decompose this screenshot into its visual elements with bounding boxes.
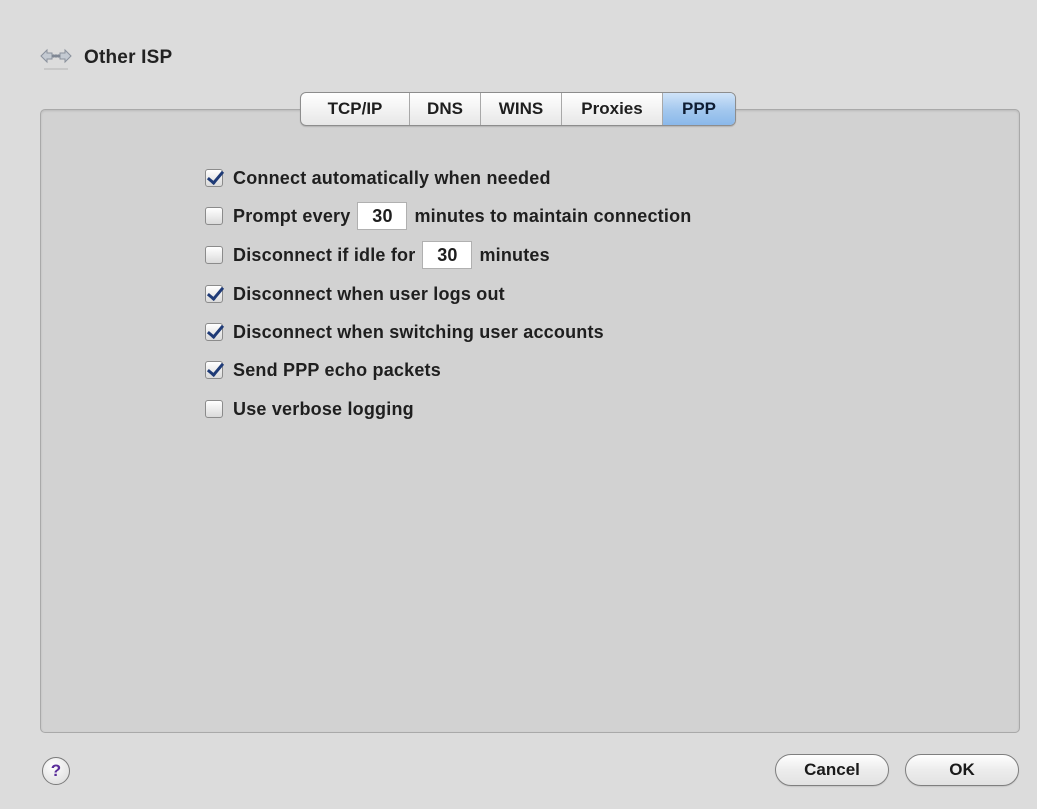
prompt-minutes-field[interactable]: 30 [357,202,408,230]
verbose-logging-label: Use verbose logging [233,398,414,419]
cancel-button[interactable]: Cancel [775,754,889,786]
send-echo-checkbox[interactable] [205,361,223,379]
disconnect-switching-checkbox[interactable] [205,323,223,341]
option-connect-automatically: Connect automatically when needed [205,162,551,194]
connect-automatically-label: Connect automatically when needed [233,167,551,188]
idle-minutes-field[interactable]: 30 [422,241,473,269]
disconnect-switching-label: Disconnect when switching user accounts [233,321,604,342]
option-disconnect-idle: Disconnect if idle for 30 minutes [205,239,550,271]
disconnect-logout-checkbox[interactable] [205,285,223,303]
option-send-echo: Send PPP echo packets [205,354,441,386]
tab-proxies[interactable]: Proxies [562,93,663,125]
option-prompt-every: Prompt every 30 minutes to maintain conn… [205,200,691,232]
option-verbose-logging: Use verbose logging [205,393,414,425]
network-service-icon [38,43,74,73]
ok-button[interactable]: OK [905,754,1019,786]
option-disconnect-logout: Disconnect when user logs out [205,278,505,310]
help-button[interactable]: ? [42,757,70,785]
send-echo-label: Send PPP echo packets [233,359,441,380]
tab-bar: TCP/IP DNS WINS Proxies PPP [300,92,736,126]
verbose-logging-checkbox[interactable] [205,400,223,418]
tab-wins[interactable]: WINS [481,93,562,125]
service-title: Other ISP [84,47,173,68]
disconnect-logout-label: Disconnect when user logs out [233,283,505,304]
help-icon: ? [50,761,62,780]
tab-dns[interactable]: DNS [410,93,481,125]
disconnect-idle-checkbox[interactable] [205,246,223,264]
connect-automatically-checkbox[interactable] [205,169,223,187]
idle-minutes-label: minutes [479,244,550,265]
tab-ppp[interactable]: PPP [663,93,735,125]
service-header: Other ISP [38,38,172,78]
tab-tcpip[interactable]: TCP/IP [301,93,410,125]
option-disconnect-switching: Disconnect when switching user accounts [205,316,604,348]
disconnect-idle-label: Disconnect if idle for [233,244,416,265]
prompt-minutes-label: minutes to maintain connection [414,205,692,226]
prompt-every-label: Prompt every [233,205,351,226]
prompt-every-checkbox[interactable] [205,207,223,225]
